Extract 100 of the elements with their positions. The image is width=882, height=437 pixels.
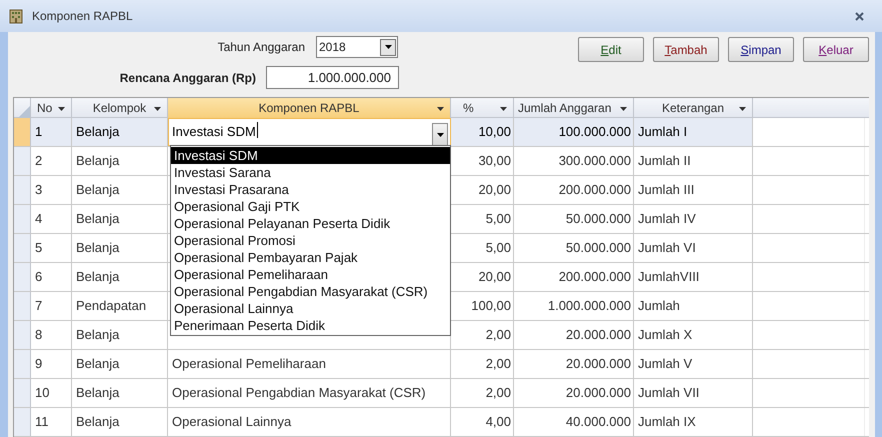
table-cell-text: Jumlah V <box>638 355 692 373</box>
table-cell-text: 20,00 <box>478 268 511 286</box>
table-cell-text: 5,00 <box>486 239 511 257</box>
table-cell-text: 50.000.000 <box>566 239 631 257</box>
table-cell-text: 10 <box>35 384 50 402</box>
table-cell-text: Jumlah VI <box>638 239 696 257</box>
table-cell-text: Pendapatan <box>76 297 146 315</box>
dropdown-option[interactable]: Investasi Sarana <box>171 164 450 181</box>
table-cell-text: Jumlah IV <box>638 210 696 228</box>
dropdown-button[interactable] <box>432 123 448 146</box>
table-cell-text: 2,00 <box>486 355 511 373</box>
table-cell-text: 20.000.000 <box>566 384 631 402</box>
table-cell-text: Jumlah II <box>638 152 691 170</box>
table-cell-text: 30,00 <box>478 152 511 170</box>
caret-icon <box>436 132 444 136</box>
table-cell-text: Belanja <box>76 355 120 373</box>
table-cell-text: 2,00 <box>486 384 511 402</box>
table-cell-text: 2,00 <box>486 326 511 344</box>
window-title: Komponen RAPBL <box>32 8 133 25</box>
table-cell-text: Operasional Lainnya <box>172 413 292 431</box>
table-cell-text: 8 <box>35 326 42 344</box>
column-header[interactable]: Komponen RAPBL <box>168 98 451 118</box>
table-cell-text: Belanja <box>76 268 120 286</box>
row-selector[interactable] <box>14 292 31 320</box>
year-dropdown[interactable]: 2018 <box>316 36 398 58</box>
combo-value: Investasi SDM <box>172 122 258 138</box>
close-icon <box>854 12 864 20</box>
dropdown-option[interactable]: Investasi SDM <box>171 147 450 164</box>
table-cell-text: Belanja <box>76 210 120 228</box>
table-cell-text: 20.000.000 <box>566 326 631 344</box>
table-cell-text: Belanja <box>76 239 120 257</box>
dropdown-button[interactable] <box>380 38 396 56</box>
table-cell-text: Jumlah <box>638 297 680 315</box>
table-cell-text: 9 <box>35 355 42 373</box>
table-cell-text: Belanja <box>76 413 120 431</box>
row-selector[interactable] <box>14 176 31 204</box>
dropdown-option[interactable]: Penerimaan Peserta Didik <box>171 317 450 334</box>
table-cell-text: 4,00 <box>486 413 511 431</box>
table-cell-text: Jumlah X <box>638 326 692 344</box>
table-cell-text: 11 <box>35 413 48 431</box>
row-selector[interactable] <box>14 234 31 262</box>
table-cell-text: Jumlah III <box>638 181 694 199</box>
caret-icon <box>500 107 507 111</box>
table-cell-text: Jumlah I <box>638 123 688 141</box>
table-cell-text: Belanja <box>76 384 120 402</box>
row-selector[interactable] <box>14 147 31 175</box>
table-cell-text: Jumlah VII <box>638 384 700 402</box>
dropdown-option[interactable]: Operasional Promosi <box>171 232 450 249</box>
table-cell-text: 5 <box>35 239 42 257</box>
dropdown-option[interactable]: Operasional Gaji PTK <box>171 198 450 215</box>
building-icon <box>8 8 24 24</box>
row-selector[interactable] <box>14 408 31 436</box>
row-selector[interactable] <box>14 379 31 407</box>
table-cell-text: 5,00 <box>486 210 511 228</box>
table-cell-text: 200.000.000 <box>558 268 631 286</box>
caret-icon <box>154 107 161 111</box>
table-cell-text: 4 <box>35 210 42 228</box>
table-cell-text: Belanja <box>76 326 120 344</box>
table-cell-text: 200.000.000 <box>558 181 631 199</box>
budget-label: Rencana Anggaran (Rp) <box>118 70 257 86</box>
dropdown-option[interactable]: Operasional Pengabdian Masyarakat (CSR) <box>171 283 450 300</box>
table-cell-text: 100.000.000 <box>558 123 631 141</box>
row-selector[interactable] <box>14 321 31 349</box>
dropdown-option[interactable]: Operasional Lainnya <box>171 300 450 317</box>
table-cell-text: 7 <box>35 297 42 315</box>
budget-field[interactable]: 1.000.000.000 <box>266 66 399 89</box>
table-cell-text: Operasional Pemeliharaan <box>172 355 326 373</box>
table-cell-text: 6 <box>35 268 42 286</box>
row-selector[interactable] <box>14 350 31 378</box>
table-cell-text: 3 <box>35 181 42 199</box>
row-selector[interactable] <box>14 118 31 146</box>
table-cell-text: 100,00 <box>471 297 511 315</box>
table-cell-text: 1.000.000.000 <box>548 297 631 315</box>
year-label: Tahun Anggaran <box>216 39 306 56</box>
table-cell-text: Belanja <box>76 123 120 141</box>
table-cell-text: Belanja <box>76 181 120 199</box>
caret-icon <box>620 107 627 111</box>
table-cell-text: 50.000.000 <box>566 210 631 228</box>
row-selector[interactable] <box>14 205 31 233</box>
table-cell-text: 300.000.000 <box>558 152 631 170</box>
dropdown-option[interactable]: Operasional Pembayaran Pajak <box>171 249 450 266</box>
dropdown-option[interactable]: Operasional Pelayanan Peserta Didik <box>171 215 450 232</box>
table-cell-text: 20.000.000 <box>566 355 631 373</box>
toolbar-button[interactable]: Keluar <box>803 37 869 62</box>
table-cell-text: 10,00 <box>478 123 511 141</box>
table-cell-text: Jumlah IX <box>638 413 696 431</box>
toolbar-button[interactable]: Edit <box>578 37 644 62</box>
caret-icon <box>58 107 65 111</box>
table-cell-text: 1 <box>35 123 42 141</box>
table-cell-text: Belanja <box>76 152 120 170</box>
caret-icon <box>384 45 392 49</box>
table-cell-text: 20,00 <box>478 181 511 199</box>
toolbar-button[interactable]: Tambah <box>653 37 719 62</box>
dropdown-option[interactable]: Operasional Pemeliharaan <box>171 266 450 283</box>
dropdown-option[interactable]: Investasi Prasarana <box>171 181 450 198</box>
row-selector[interactable] <box>14 263 31 291</box>
year-value: 2018 <box>319 39 346 56</box>
toolbar-button[interactable]: Simpan <box>728 37 794 62</box>
table-cell-text: JumlahVIII <box>638 268 700 286</box>
table-cell-text: 2 <box>35 152 42 170</box>
